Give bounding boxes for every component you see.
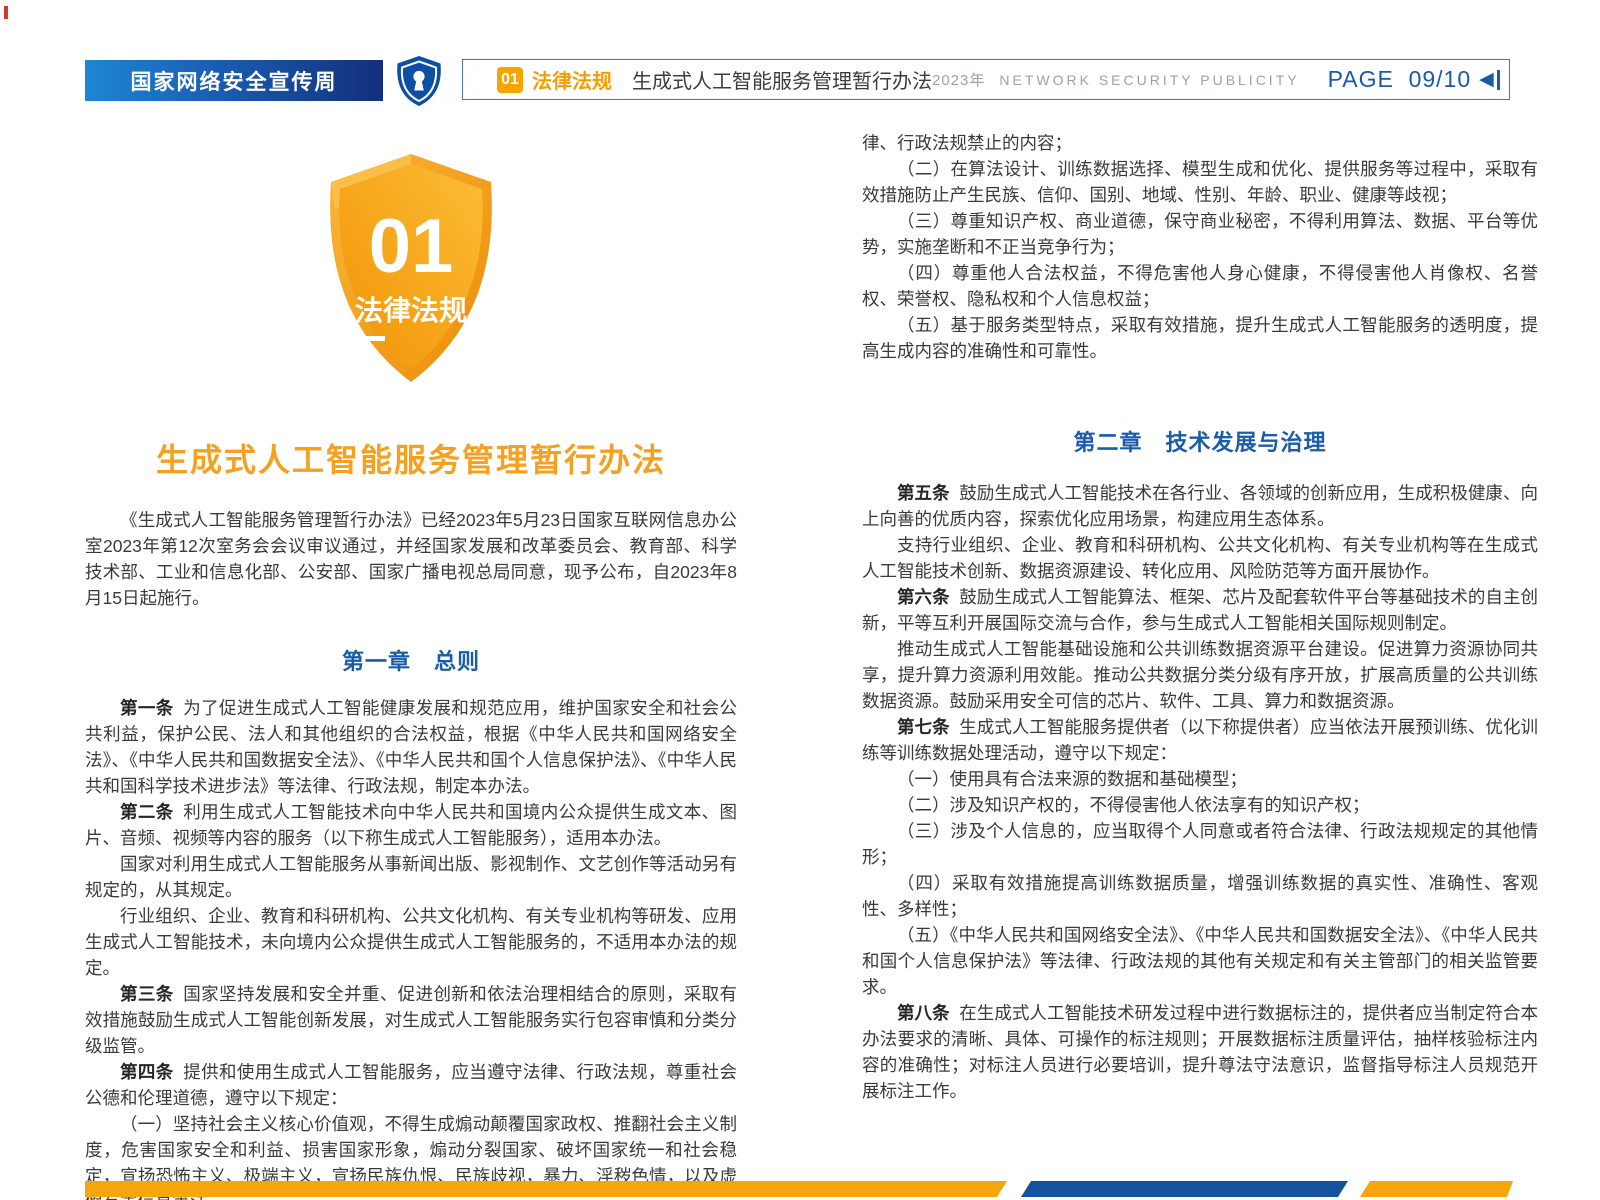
paragraph-text: 推动生成式人工智能基础设施和公共训练数据资源平台建设。促进算力资源协同共享，提升… [862,639,1538,711]
paragraph-text: 《生成式人工智能服务管理暂行办法》已经2023年5月23日国家互联网信息办公室2… [85,510,737,608]
paragraph: 推动生成式人工智能基础设施和公共训练数据资源平台建设。促进算力资源协同共享，提升… [862,636,1538,714]
paragraph-text: （二）在算法设计、训练数据选择、模型生成和优化、提供服务等过程中，采取有效措施防… [862,159,1538,205]
paragraph-text: （三）涉及个人信息的，应当取得个人同意或者符合法律、行政法规规定的其他情形； [862,821,1538,867]
chapter2-articles: 第五条鼓励生成式人工智能技术在各行业、各领域的创新应用，生成积极健康、向上向善的… [862,480,1538,1104]
paragraph-text: （二）涉及知识产权的，不得侵害他人依法享有的知识产权； [897,795,1370,815]
chapter-shield-badge: 01 法律法规 [311,150,511,391]
paragraph: （二）在算法设计、训练数据选择、模型生成和优化、提供服务等过程中，采取有效措施防… [862,156,1538,208]
paragraph: （一）使用具有合法来源的数据和基础模型； [862,766,1538,792]
paragraph-text: （四）尊重他人合法权益，不得危害他人身心健康，不得侵害他人肖像权、名誉权、荣誉权… [862,263,1538,309]
shield-number: 01 [369,204,454,289]
paragraph: 律、行政法规禁止的内容； [862,130,1538,156]
article-number: 第八条 [897,1003,950,1023]
paragraph: 支持行业组织、企业、教育和科研机构、公共文化机构、有关专业机构等在生成式人工智能… [862,532,1538,584]
footer-bar-orange-right [1360,1181,1513,1197]
paragraph: 第二条利用生成式人工智能技术向中华人民共和国境内公众提供生成文本、图片、音频、视… [85,799,737,851]
brand-badge: 国家网络安全宣传周 [85,60,383,101]
paragraph-text: （四）采取有效措施提高训练数据质量，增强训练数据的真实性、准确性、客观性、多样性… [862,873,1538,919]
paragraph: 第七条生成式人工智能服务提供者（以下称提供者）应当依法开展预训练、优化训练等训练… [862,714,1538,766]
article-number: 第五条 [897,483,950,503]
article-number: 第七条 [897,717,950,737]
paragraph: 行业组织、企业、教育和科研机构、公共文化机构、有关专业机构等研发、应用生成式人工… [85,903,737,981]
paragraph-text: 为了促进生成式人工智能健康发展和规范应用，维护国家安全和社会公共利益，保护公民、… [85,698,737,796]
paragraph-text: 鼓励生成式人工智能算法、框架、芯片及配套软件平台等基础技术的自主创新，平等互利开… [862,587,1538,633]
chapter1-continuation: 律、行政法规禁止的内容； （二）在算法设计、训练数据选择、模型生成和优化、提供服务… [862,130,1538,364]
paragraph: 国家对利用生成式人工智能服务从事新闻出版、影视制作、文艺创作等活动另有规定的，从… [85,851,737,903]
intro-paragraphs: 《生成式人工智能服务管理暂行办法》已经2023年5月23日国家互联网信息办公室2… [85,507,737,611]
article-number: 第一条 [120,698,174,718]
paragraph-text: 鼓励生成式人工智能技术在各行业、各领域的创新应用，生成积极健康、向上向善的优质内… [862,483,1538,529]
back-arrow-icon: ◀ [1479,70,1494,89]
paragraph: （三）尊重知识产权、商业道德，保守商业秘密，不得利用算法、数据、平台等优势，实施… [862,208,1538,260]
paragraph: （五）基于服务类型特点，采取有效措施，提升生成式人工智能服务的透明度，提高生成内… [862,312,1538,364]
article-number: 第四条 [120,1062,174,1082]
paragraph: （二）涉及知识产权的，不得侵害他人依法享有的知识产权； [862,792,1538,818]
footer-bar-orange-left [85,1181,1007,1197]
page-marker-bar [1497,70,1500,90]
article-number: 第三条 [120,984,174,1004]
paragraph-text: 行业组织、企业、教育和科研机构、公共文化机构、有关专业机构等研发、应用生成式人工… [85,906,737,978]
section-label: 法律法规 [532,65,612,94]
header-title-box: 01 法律法规 生成式人工智能服务管理暂行办法 2023年 NETWORK SE… [462,59,1510,100]
paragraph-text: 国家对利用生成式人工智能服务从事新闻出版、影视制作、文艺创作等活动另有规定的，从… [85,854,737,900]
brand-label: 国家网络安全宣传周 [131,66,338,96]
year-label: 2023年 [932,69,985,90]
header-right-group: 2023年 NETWORK SECURITY PUBLICITY PAGE 09… [932,66,1500,93]
right-column: 律、行政法规禁止的内容； （二）在算法设计、训练数据选择、模型生成和优化、提供服务… [862,130,1538,1104]
footer-bar-blue [1021,1181,1348,1197]
chapter-heading-2: 第二章 技术发展与治理 [862,426,1538,460]
publicity-label: NETWORK SECURITY PUBLICITY [999,72,1299,88]
shield-lock-icon [394,55,444,107]
paragraph: 《生成式人工智能服务管理暂行办法》已经2023年5月23日国家互联网信息办公室2… [85,507,737,611]
paragraph-text: （五）基于服务类型特点，采取有效措施，提升生成式人工智能服务的透明度，提高生成内… [862,315,1538,361]
paragraph: 第五条鼓励生成式人工智能技术在各行业、各领域的创新应用，生成积极健康、向上向善的… [862,480,1538,532]
paragraph-text: 国家坚持发展和安全并重、促进创新和依法治理相结合的原则，采取有效措施鼓励生成式人… [85,984,737,1056]
paragraph: （四）采取有效措施提高训练数据质量，增强训练数据的真实性、准确性、客观性、多样性… [862,870,1538,922]
section-number-badge: 01 [497,67,523,93]
chapter1-articles: 第一条为了促进生成式人工智能健康发展和规范应用，维护国家安全和社会公共利益，保护… [85,695,737,1200]
paragraph: 第一条为了促进生成式人工智能健康发展和规范应用，维护国家安全和社会公共利益，保护… [85,695,737,799]
paragraph-text: 在生成式人工智能技术研发过程中进行数据标注的，提供者应当制定符合本办法要求的清晰… [862,1003,1538,1101]
paragraph-text: （三）尊重知识产权、商业道德，保守商业秘密，不得利用算法、数据、平台等优势，实施… [862,211,1538,257]
page: 国家网络安全宣传周 01 法律法规 生成式人工智能服务管理暂行办法 2023年 … [0,0,1600,1200]
paragraph: （四）尊重他人合法权益，不得危害他人身心健康，不得侵害他人肖像权、名誉权、荣誉权… [862,260,1538,312]
page-number: PAGE 09/10 [1328,66,1472,93]
paragraph: 第六条鼓励生成式人工智能算法、框架、芯片及配套软件平台等基础技术的自主创新，平等… [862,584,1538,636]
paragraph-text: 支持行业组织、企业、教育和科研机构、公共文化机构、有关专业机构等在生成式人工智能… [862,535,1538,581]
paragraph-text: 提供和使用生成式人工智能服务，应当遵守法律、行政法规，尊重社会公德和伦理道德，遵… [85,1062,737,1108]
shield-label: 法律法规 [355,295,467,326]
paragraph-text: 生成式人工智能服务提供者（以下称提供者）应当依法开展预训练、优化训练等训练数据处… [862,717,1538,763]
article-number: 第二条 [120,802,174,822]
paragraph-text: （一）使用具有合法来源的数据和基础模型； [897,769,1247,789]
left-column: 01 法律法规 生成式人工智能服务管理暂行办法 《生成式人工智能服务管理暂行办法… [85,118,737,1200]
paragraph: 第八条在生成式人工智能技术研发过程中进行数据标注的，提供者应当制定符合本办法要求… [862,1000,1538,1104]
paragraph-text: 利用生成式人工智能技术向中华人民共和国境内公众提供生成文本、图片、音频、视频等内… [85,802,737,848]
paragraph-text: 律、行政法规禁止的内容； [862,133,1072,153]
page-edge-mark [4,6,8,19]
paragraph-text: （五）《中华人民共和国网络安全法》、《中华人民共和国数据安全法》、《中华人民共和… [862,925,1538,997]
shield-dash [355,336,385,341]
document-title: 生成式人工智能服务管理暂行办法 [632,65,932,94]
paragraph: （三）涉及个人信息的，应当取得个人同意或者符合法律、行政法规规定的其他情形； [862,818,1538,870]
article-number: 第六条 [897,587,950,607]
paragraph: （五）《中华人民共和国网络安全法》、《中华人民共和国数据安全法》、《中华人民共和… [862,922,1538,1000]
paragraph: 第四条提供和使用生成式人工智能服务，应当遵守法律、行政法规，尊重社会公德和伦理道… [85,1059,737,1111]
page-title: 生成式人工智能服务管理暂行办法 [85,439,737,481]
chapter-heading-1: 第一章 总则 [85,645,737,679]
paragraph: 第三条国家坚持发展和安全并重、促进创新和依法治理相结合的原则，采取有效措施鼓励生… [85,981,737,1059]
